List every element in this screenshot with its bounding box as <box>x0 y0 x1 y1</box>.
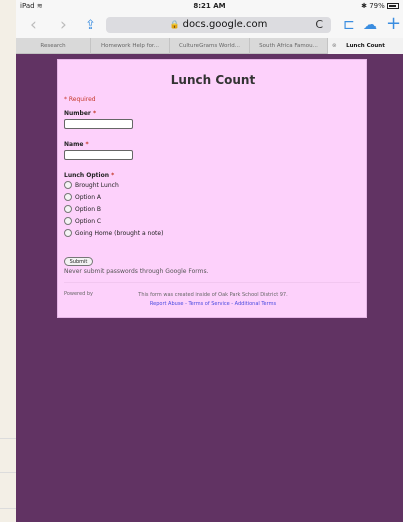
tab-culturegrams[interactable]: CultureGrams World... <box>170 38 250 54</box>
tab-label: Lunch Count <box>346 43 385 49</box>
lock-icon: 🔒 <box>169 20 180 29</box>
cloud-icon[interactable]: ☁ <box>363 17 377 34</box>
battery-icon <box>387 3 399 9</box>
forward-icon[interactable]: › <box>60 17 67 34</box>
option-c[interactable]: Option C <box>64 217 101 227</box>
submit-button[interactable]: Submit <box>64 257 93 266</box>
status-time: 8:21 AM <box>193 2 226 10</box>
radio-button[interactable] <box>64 217 72 225</box>
reload-icon[interactable]: C <box>315 17 323 33</box>
tab-bar: Research Homework Help for... CultureGra… <box>16 38 403 54</box>
new-tab-icon[interactable]: + <box>386 15 401 33</box>
status-bar: iPad ≋ 8:21 AM ✱ 79% <box>16 0 403 13</box>
radio-button[interactable] <box>64 229 72 237</box>
left-margin <box>0 0 16 522</box>
bluetooth-icon: ✱ <box>361 2 367 10</box>
address-bar[interactable]: 🔒 docs.google.com C <box>106 17 331 33</box>
password-warning: Never submit passwords through Google Fo… <box>64 268 209 275</box>
divider <box>0 508 16 509</box>
bookmarks-icon[interactable]: ⊏ <box>343 17 355 34</box>
footer-links[interactable]: Report Abuse - Terms of Service - Additi… <box>58 301 368 307</box>
battery-status: ✱ 79% <box>361 2 399 10</box>
google-form: Lunch Count * Required Number * Name * L… <box>57 59 367 318</box>
tab-lunch-count[interactable]: ⊗ Lunch Count <box>328 38 403 54</box>
number-input[interactable] <box>64 119 133 129</box>
tab-homework-help[interactable]: Homework Help for... <box>91 38 170 54</box>
name-input[interactable] <box>64 150 133 160</box>
option-going-home[interactable]: Going Home (brought a note) <box>64 229 163 239</box>
option-brought-lunch[interactable]: Brought Lunch <box>64 181 119 191</box>
divider <box>0 472 16 473</box>
tab-south-africa[interactable]: South Africa Famou... <box>250 38 328 54</box>
form-title: Lunch Count <box>170 73 256 87</box>
question-name-label: Name * <box>64 141 89 148</box>
option-b[interactable]: Option B <box>64 205 101 215</box>
share-icon[interactable]: ⇪ <box>85 17 96 34</box>
tab-research[interactable]: Research <box>16 38 91 54</box>
footer-divider <box>64 282 360 283</box>
divider <box>0 438 16 439</box>
radio-button[interactable] <box>64 181 72 189</box>
radio-button[interactable] <box>64 205 72 213</box>
browser-toolbar: ‹ › ⇪ 🔒 docs.google.com C ⊏ ☁ + <box>16 13 403 38</box>
radio-button[interactable] <box>64 193 72 201</box>
option-a[interactable]: Option A <box>64 193 101 203</box>
close-tab-icon[interactable]: ⊗ <box>332 38 337 54</box>
question-lunch-option-label: Lunch Option * <box>64 172 115 179</box>
created-note: This form was created inside of Oak Park… <box>138 292 288 298</box>
back-icon[interactable]: ‹ <box>30 17 37 34</box>
question-number-label: Number * <box>64 110 97 117</box>
safari-window: iPad ≋ 8:21 AM ✱ 79% ‹ › ⇪ 🔒 docs.google.… <box>16 0 403 522</box>
required-note: * Required <box>64 96 96 103</box>
url-text: docs.google.com <box>182 19 268 30</box>
